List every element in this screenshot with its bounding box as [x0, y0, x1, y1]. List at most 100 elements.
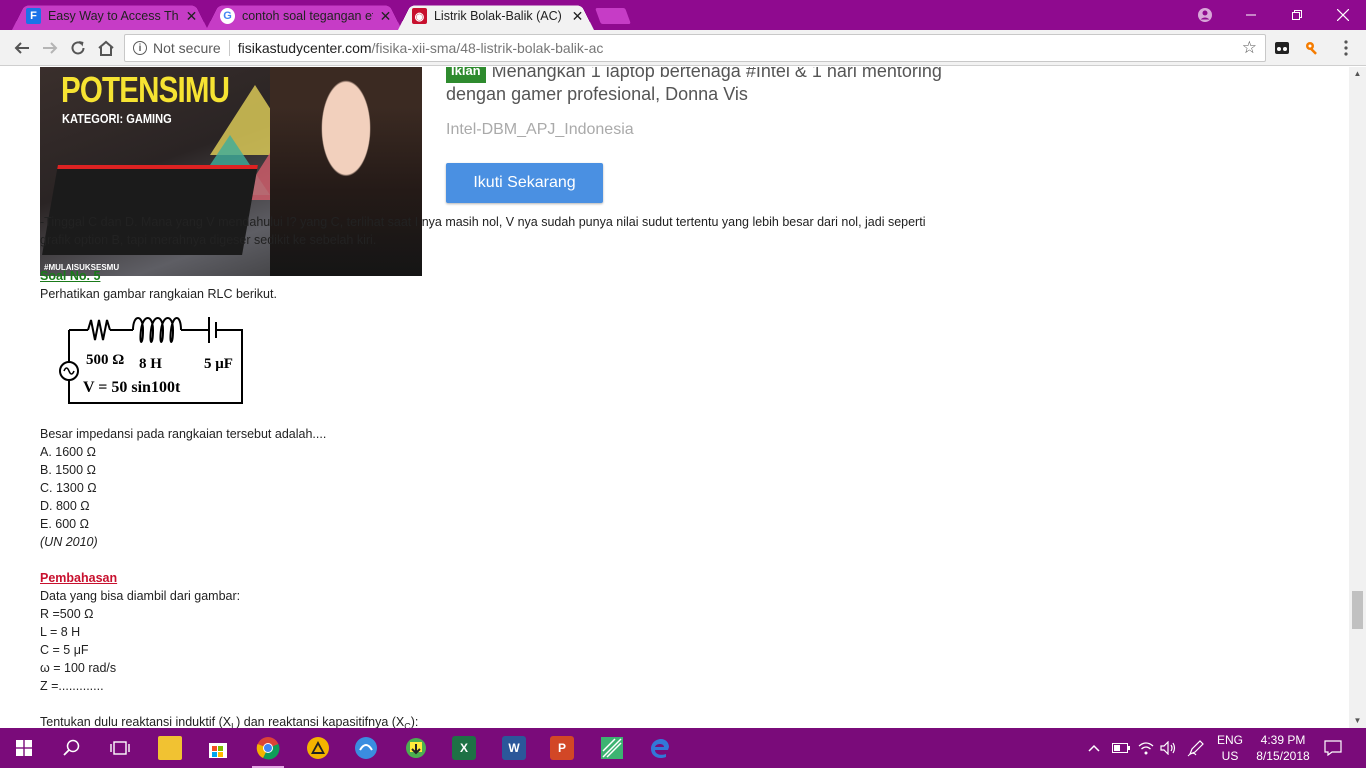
voltage-label: V = 50 sin100t [83, 379, 181, 396]
windows-start-icon[interactable] [0, 728, 48, 768]
data-item: Z =............. [40, 679, 104, 693]
menu-more-icon[interactable] [1336, 38, 1356, 58]
clock[interactable]: 4:39 PM 8/15/2018 [1252, 732, 1314, 764]
file-explorer-icon[interactable] [146, 728, 194, 768]
volume-icon[interactable] [1160, 728, 1178, 768]
windows-taskbar: X W P ENG US 4:39 PM 8/15/2018 [0, 728, 1366, 768]
pen-icon[interactable] [1187, 728, 1205, 768]
input-language-region: US [1221, 749, 1239, 763]
inductor-symbol [132, 317, 182, 343]
option-c: C. 1300 Ω [40, 481, 97, 495]
next-instruction: Tentukan dulu reaktansi induktif (XL) da… [40, 713, 418, 728]
back-arrow-icon[interactable] [10, 36, 34, 60]
input-language[interactable]: ENG US [1215, 732, 1245, 764]
security-status: Not secure [153, 40, 221, 56]
green-app-icon[interactable] [588, 728, 636, 768]
page-scrollbar[interactable]: ▲ ▼ [1349, 67, 1366, 728]
browser-toolbar: i Not secure fisikastudycenter.com /fisi… [0, 30, 1366, 66]
tab-contoh-soal[interactable]: G contoh soal tegangan efe ✕ [206, 2, 402, 30]
data-intro: Data yang bisa diambil dari gambar: [40, 589, 241, 603]
forward-arrow-icon[interactable] [38, 36, 62, 60]
restore-icon[interactable] [1274, 0, 1320, 30]
divider [228, 40, 230, 56]
ad-image-headline: POTENSIMU [61, 69, 230, 110]
article-paragraph-line: -Tinggal C dan D. Mana yang V mendahului… [40, 215, 926, 229]
edge-icon[interactable] [636, 728, 684, 768]
data-item: R =500 Ω [40, 607, 94, 621]
tab-title: Listrik Bolak-Balik (AC) [433, 9, 562, 23]
site-favicon-icon: ◉ [412, 8, 427, 24]
option-d: D. 800 Ω [40, 499, 90, 513]
clock-date: 8/15/2018 [1256, 749, 1310, 763]
ad-text-line2: dengan gamer profesional, Donna Vis [446, 84, 748, 104]
next-instruction-part: Tentukan dulu reaktansi induktif (X [40, 715, 232, 728]
tab-close-icon[interactable]: ✕ [571, 8, 584, 25]
extension-key-icon[interactable] [1302, 38, 1322, 58]
option-a: A. 1600 Ω [40, 445, 96, 459]
tab-easy-way[interactable]: F Easy Way to Access The I ✕ [12, 2, 208, 30]
tab-listrik-bolak-balik[interactable]: ◉ Listrik Bolak-Balik (AC) ✕ [398, 2, 594, 30]
option-e: E. 600 Ω [40, 517, 89, 531]
next-instruction-part: ) dan reaktansi kapasitifnya (X [236, 715, 405, 728]
tab-favicon-icon: F [26, 8, 41, 24]
scrollbar-thumb[interactable] [1352, 591, 1363, 629]
address-bar[interactable]: i Not secure fisikastudycenter.com /fisi… [124, 34, 1266, 62]
data-item: C = 5 μF [40, 643, 89, 657]
pembahasan-heading: Pembahasan [40, 571, 118, 585]
google-icon: G [220, 8, 235, 24]
excel-icon[interactable]: X [440, 728, 488, 768]
article-paragraph-line: grafik option B, tapi merahnya digeser s… [40, 233, 377, 247]
minimize-icon[interactable] [1228, 0, 1274, 30]
search-icon[interactable] [48, 728, 96, 768]
chrome-icon[interactable] [244, 728, 292, 768]
info-icon[interactable]: i [133, 41, 147, 55]
wifi-icon[interactable] [1138, 728, 1154, 768]
soal-heading: Soal No. 5 [40, 269, 101, 283]
ad-text-line1: Menangkan 1 laptop bertenaga #Intel & 1 … [491, 67, 942, 81]
inductor-label: 8 H [139, 356, 162, 372]
ad-text[interactable]: Iklan Menangkan 1 laptop bertenaga #Intel… [446, 67, 1006, 105]
notifications-icon[interactable] [1324, 728, 1342, 768]
question-source: (UN 2010) [40, 535, 98, 549]
scroll-up-icon[interactable]: ▲ [1349, 67, 1366, 81]
extension-incognito-icon[interactable] [1272, 38, 1292, 58]
close-window-icon[interactable] [1320, 0, 1366, 30]
clock-time: 4:39 PM [1260, 733, 1306, 747]
data-item: L = 8 H [40, 625, 81, 639]
tab-close-icon[interactable]: ✕ [185, 8, 198, 25]
task-view-icon[interactable] [96, 728, 144, 768]
url-host: fisikastudycenter.com [237, 40, 372, 56]
tab-title: contoh soal tegangan efe [241, 9, 373, 23]
data-item: ω = 100 rad/s [40, 661, 117, 675]
vlc-like-app-icon[interactable] [294, 728, 342, 768]
profile-icon[interactable] [1182, 0, 1228, 30]
resistor-label: 500 Ω [86, 352, 124, 368]
home-icon[interactable] [94, 36, 118, 60]
new-tab-button[interactable] [595, 8, 631, 24]
bookmark-star-icon[interactable]: ☆ [1242, 38, 1257, 58]
next-instruction-part: ): [410, 715, 419, 728]
powerpoint-icon[interactable]: P [538, 728, 586, 768]
tray-overflow-icon[interactable] [1088, 728, 1100, 768]
option-b: B. 1500 Ω [40, 463, 96, 477]
battery-icon[interactable] [1112, 728, 1130, 768]
page-viewport: POTENSIMU KATEGORI: GAMING #MULAISUKSESM… [0, 67, 1349, 728]
ad-cta-button[interactable]: Ikuti Sekarang [446, 163, 603, 203]
word-icon[interactable]: W [490, 728, 538, 768]
rlc-circuit-diagram: 500 Ω 8 H 5 μF V = 50 sin100t [59, 317, 243, 404]
store-icon[interactable] [194, 728, 242, 768]
scroll-down-icon[interactable]: ▼ [1349, 714, 1366, 728]
resistor-symbol [87, 319, 111, 341]
blue-app-icon[interactable] [342, 728, 390, 768]
tab-close-icon[interactable]: ✕ [379, 8, 392, 25]
question-text: Besar impedansi pada rangkaian tersebut … [40, 427, 327, 441]
url-path: /fisika-xii-sma/48-listrik-bolak-balik-a… [371, 40, 604, 56]
idm-icon[interactable] [392, 728, 440, 768]
input-language-code: ENG [1216, 733, 1243, 747]
ad-badge: Iklan [446, 67, 486, 83]
ad-image-category: KATEGORI: GAMING [62, 111, 172, 126]
reload-icon[interactable] [66, 36, 90, 60]
soal-intro: Perhatikan gambar rangkaian RLC berikut. [40, 287, 277, 301]
capacitor-label: 5 μF [204, 356, 233, 372]
ad-sponsor: Intel-DBM_APJ_Indonesia [446, 121, 634, 138]
